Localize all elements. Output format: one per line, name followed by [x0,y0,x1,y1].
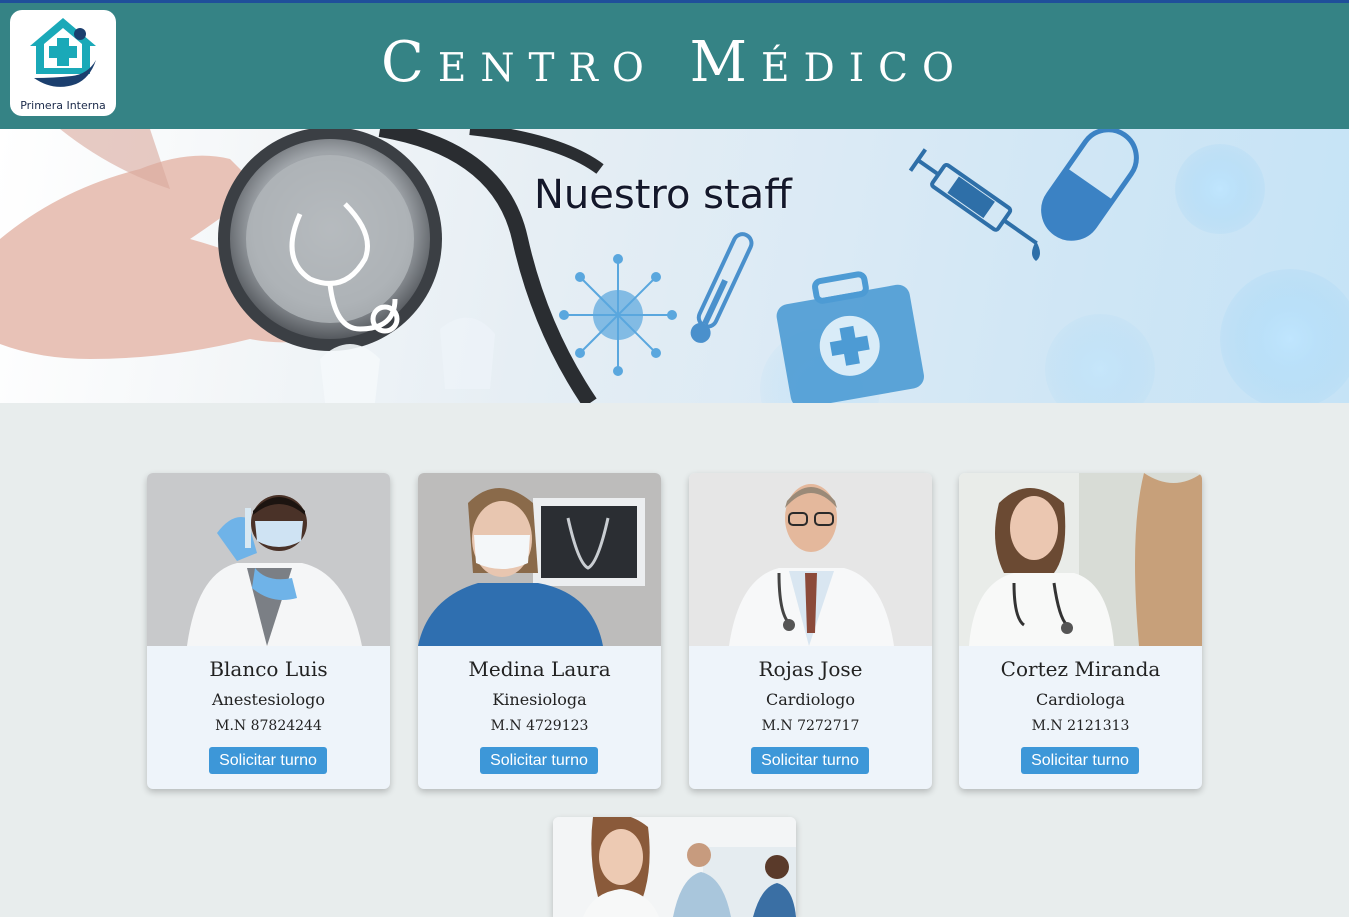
doctor-card: Medina Laura Kinesiologa M.N 4729123 Sol… [418,473,661,789]
doctor-name: Medina Laura [468,657,611,681]
doctor-photo [689,473,932,646]
medical-banner-illustration [0,129,1349,403]
doctor-card [553,817,796,917]
doctor-name: Cortez Miranda [1000,657,1161,681]
doctor-specialty: Cardiologa [1036,690,1125,709]
doctor-specialty: Kinesiologa [492,690,587,709]
doctor-license: M.N 87824244 [215,718,322,734]
request-appointment-button[interactable]: Solicitar turno [480,747,598,774]
doctor-specialty: Anestesiologo [211,690,326,709]
hero-banner: Nuestro staff [0,129,1349,403]
doctor-card: Rojas Jose Cardiologo M.N 7272717 Solici… [689,473,932,789]
doctor-photo [553,817,796,917]
request-appointment-button[interactable]: Solicitar turno [751,747,869,774]
doctor-license: M.N 7272717 [761,718,860,734]
request-appointment-button[interactable]: Solicitar turno [1021,747,1139,774]
doctor-name: Blanco Luis [209,657,328,681]
doctor-name: Rojas Jose [758,657,863,681]
doctor-photo [147,473,390,646]
doctor-specialty: Cardiologo [765,690,856,709]
site-header: Primera Interna Centro Médico [0,3,1349,129]
logo-text: Primera Interna [20,99,106,112]
hero-title: Nuestro staff [534,172,792,218]
doctor-photo [959,473,1202,646]
doctor-license: M.N 2121313 [1031,718,1130,734]
doctor-photo [418,473,661,646]
doctor-license: M.N 4729123 [490,718,589,734]
request-appointment-button[interactable]: Solicitar turno [209,747,327,774]
doctor-card: Cortez Miranda Cardiologa M.N 2121313 So… [959,473,1202,789]
site-title: Centro Médico [381,30,968,95]
doctor-card: Blanco Luis Anestesiologo M.N 87824244 S… [147,473,390,789]
